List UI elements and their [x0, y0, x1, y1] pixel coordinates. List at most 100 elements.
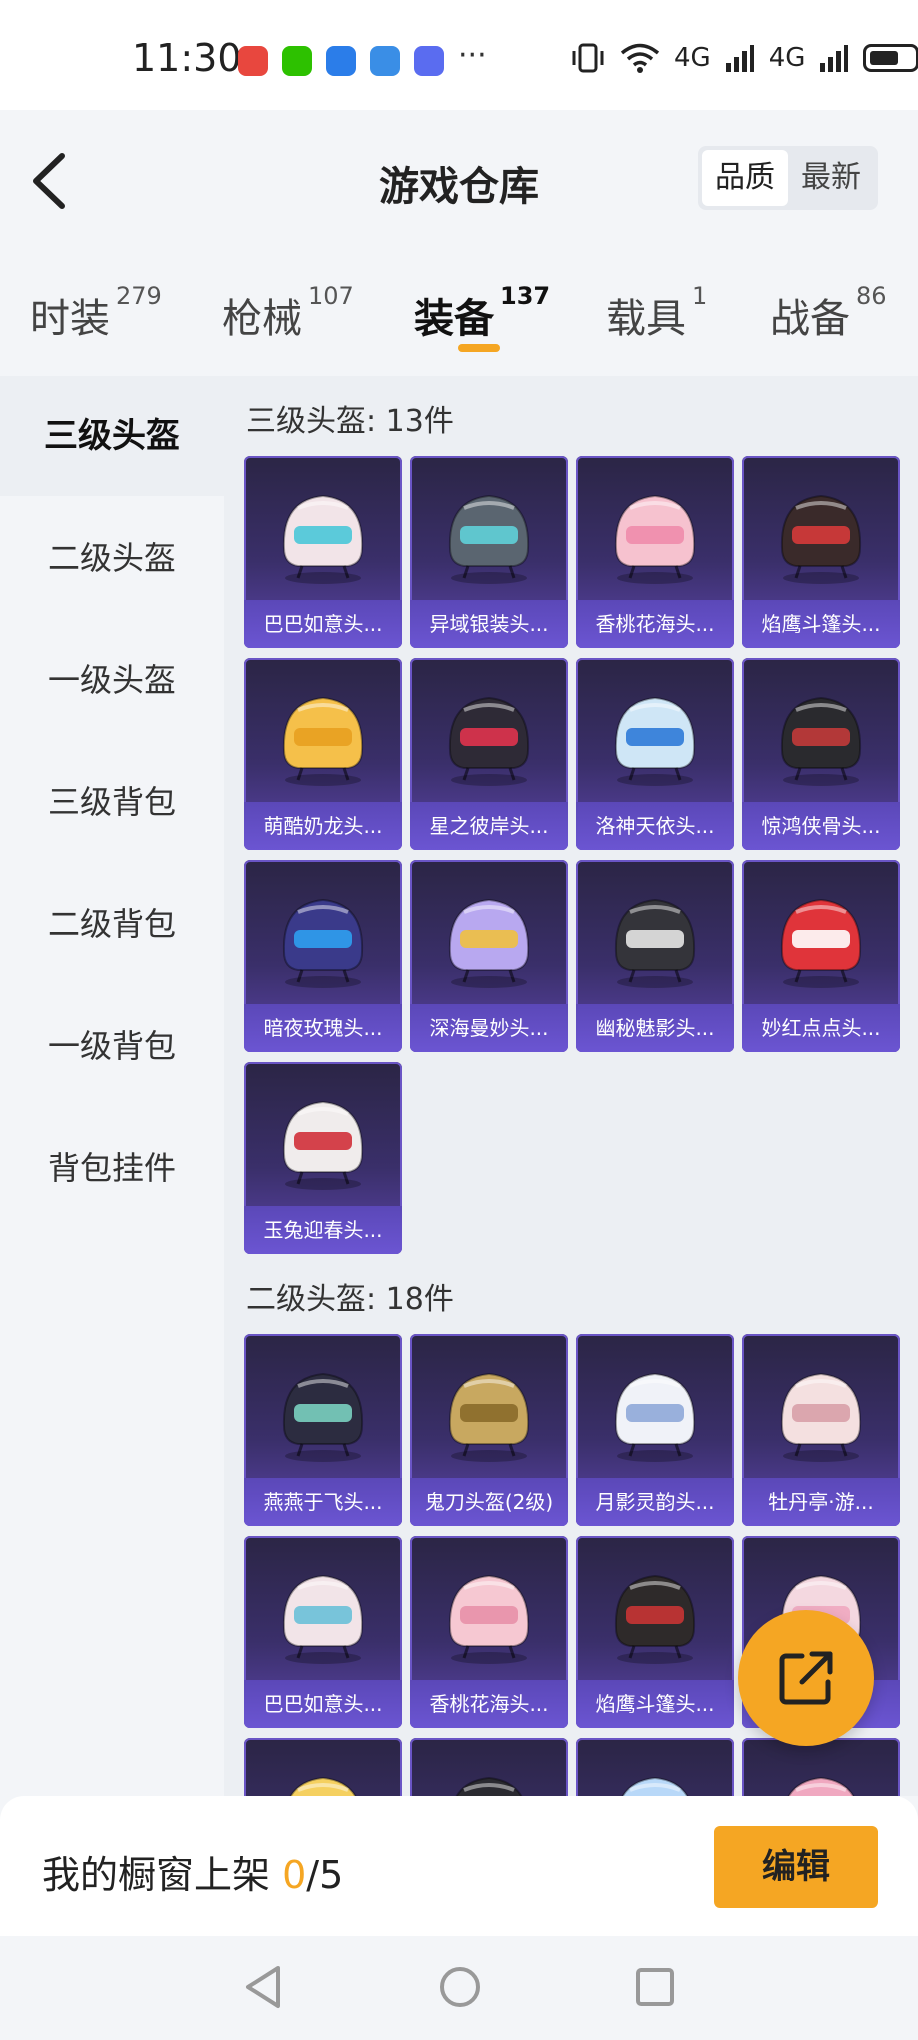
- item-card[interactable]: 香桃花海头...: [576, 456, 734, 648]
- item-card[interactable]: 暗夜玫瑰头...: [244, 860, 402, 1052]
- helmet-icon: [448, 1372, 530, 1462]
- item-name: 燕燕于飞头...: [244, 1478, 402, 1526]
- item-name: 月影灵韵头...: [576, 1478, 734, 1526]
- tab-gear[interactable]: 战备 86: [770, 282, 887, 344]
- helmet-icon: [780, 1372, 862, 1462]
- share-external-icon: [779, 1651, 833, 1705]
- share-button[interactable]: [738, 1610, 874, 1746]
- status-app-icons: [238, 46, 444, 76]
- nav-back-button[interactable]: [240, 1962, 286, 2016]
- tab-label: 装备: [414, 296, 494, 342]
- sidebar-item-level3-backpack[interactable]: 三级背包: [0, 742, 224, 862]
- status-indicators: 4G 4G: [570, 42, 918, 74]
- square-recents-icon: [636, 1968, 674, 2006]
- item-name: 星之彼岸头...: [410, 802, 568, 850]
- item-card[interactable]: 月影灵韵头...: [576, 1334, 734, 1526]
- item-name: 牡丹亭·游...: [742, 1478, 900, 1526]
- item-card[interactable]: 深海曼妙头...: [410, 860, 568, 1052]
- helmet-icon: [614, 696, 696, 786]
- signal-4g-label-2: 4G: [768, 43, 806, 73]
- item-card[interactable]: [410, 1738, 568, 1796]
- section-title-level3-helmet: 三级头盔: 13件: [246, 404, 454, 439]
- tab-label: 战备: [770, 296, 850, 342]
- nav-home-button[interactable]: [438, 1962, 482, 2016]
- helmet-icon: [448, 696, 530, 786]
- sort-toggle: 品质 最新: [698, 146, 878, 210]
- item-card[interactable]: 异域银装头...: [410, 456, 568, 648]
- helmet-icon: [780, 898, 862, 988]
- helmet-icon: [614, 1372, 696, 1462]
- sort-option-newest[interactable]: 最新: [788, 150, 874, 206]
- item-grid-level3-helmet: 巴巴如意头... 异域银装头... 香桃花海头... 焰鹰斗篷头... 萌酷奶龙头...…: [244, 456, 900, 1254]
- item-card[interactable]: 焰鹰斗篷头...: [742, 456, 900, 648]
- item-name: 萌酷奶龙头...: [244, 802, 402, 850]
- helmet-icon: [448, 494, 530, 584]
- category-tabs: 时装 279 枪械 107 装备 137 载具 1 战备 86: [0, 270, 918, 370]
- app-icon-music: [414, 46, 444, 76]
- tab-label: 枪械: [222, 296, 302, 342]
- item-card[interactable]: 妙红点点头...: [742, 860, 900, 1052]
- tab-weapons[interactable]: 枪械 107: [222, 282, 354, 344]
- item-card[interactable]: 牡丹亭·游...: [742, 1334, 900, 1526]
- sidebar-item-level2-backpack[interactable]: 二级背包: [0, 864, 224, 984]
- showcase-total: /5: [306, 1853, 344, 1897]
- item-name: 深海曼妙头...: [410, 1004, 568, 1052]
- status-bar: 11:30 ··· 4G 4G: [0, 0, 918, 110]
- helmet-icon: [282, 1372, 364, 1462]
- tab-label: 时装: [30, 296, 110, 342]
- sidebar-item-level1-backpack[interactable]: 一级背包: [0, 986, 224, 1106]
- circle-home-icon: [440, 1967, 480, 2007]
- helmet-icon: [289, 1776, 357, 1796]
- edit-button[interactable]: 编辑: [714, 1826, 878, 1908]
- helmet-icon: [614, 494, 696, 584]
- item-card[interactable]: 燕燕于飞头...: [244, 1334, 402, 1526]
- item-card[interactable]: [244, 1738, 402, 1796]
- wifi-icon: [620, 43, 660, 73]
- item-card[interactable]: [576, 1738, 734, 1796]
- helmet-icon: [448, 1574, 530, 1664]
- item-card[interactable]: 惊鸿侠骨头...: [742, 658, 900, 850]
- tab-equipment[interactable]: 装备 137: [414, 282, 550, 344]
- vibrate-icon: [572, 43, 604, 73]
- item-card[interactable]: 鬼刀头盔(2级): [410, 1334, 568, 1526]
- item-card[interactable]: 巴巴如意头...: [244, 456, 402, 648]
- item-name: 玉兔迎春头...: [244, 1206, 402, 1254]
- app-icon-huawei: [238, 46, 268, 76]
- item-name: 香桃花海头...: [576, 600, 734, 648]
- sidebar-item-backpack-charm[interactable]: 背包挂件: [0, 1108, 224, 1228]
- helmet-icon: [614, 1574, 696, 1664]
- item-name: 焰鹰斗篷头...: [576, 1680, 734, 1728]
- item-card[interactable]: 玉兔迎春头...: [244, 1062, 402, 1254]
- item-name: 幽秘魅影头...: [576, 1004, 734, 1052]
- tab-fashion[interactable]: 时装 279: [30, 282, 162, 344]
- sidebar-item-level3-helmet[interactable]: 三级头盔: [0, 376, 224, 496]
- triangle-back-icon: [246, 1966, 280, 2008]
- helmet-icon: [780, 494, 862, 584]
- active-tab-indicator: [458, 344, 500, 352]
- signal-bars-icon: [725, 45, 754, 72]
- sort-option-quality[interactable]: 品质: [702, 150, 788, 206]
- app-icon-wechat: [282, 46, 312, 76]
- item-card[interactable]: 焰鹰斗篷头...: [576, 1536, 734, 1728]
- item-name: 妙红点点头...: [742, 1004, 900, 1052]
- item-card[interactable]: 香桃花海头...: [410, 1536, 568, 1728]
- nav-recents-button[interactable]: [632, 1962, 676, 2016]
- signal-4g-label: 4G: [674, 43, 711, 73]
- tab-label: 载具: [606, 296, 686, 342]
- item-name: 香桃花海头...: [410, 1680, 568, 1728]
- item-card[interactable]: 幽秘魅影头...: [576, 860, 734, 1052]
- sidebar: 三级头盔 二级头盔 一级头盔 三级背包 二级背包 一级背包 背包挂件: [0, 376, 224, 1796]
- sidebar-item-level1-helmet[interactable]: 一级头盔: [0, 620, 224, 740]
- tab-vehicles[interactable]: 载具 1: [606, 282, 707, 344]
- item-name: 巴巴如意头...: [244, 600, 402, 648]
- showcase-bar: 我的橱窗上架 0/5 编辑: [0, 1796, 918, 1936]
- item-card[interactable]: 洛神天依头...: [576, 658, 734, 850]
- showcase-status: 我的橱窗上架 0/5: [42, 1844, 343, 1899]
- item-card[interactable]: [742, 1738, 900, 1796]
- helmet-icon: [455, 1776, 523, 1796]
- sidebar-item-level2-helmet[interactable]: 二级头盔: [0, 498, 224, 618]
- item-card[interactable]: 星之彼岸头...: [410, 658, 568, 850]
- item-card[interactable]: 萌酷奶龙头...: [244, 658, 402, 850]
- tab-count: 86: [856, 282, 887, 310]
- item-card[interactable]: 巴巴如意头...: [244, 1536, 402, 1728]
